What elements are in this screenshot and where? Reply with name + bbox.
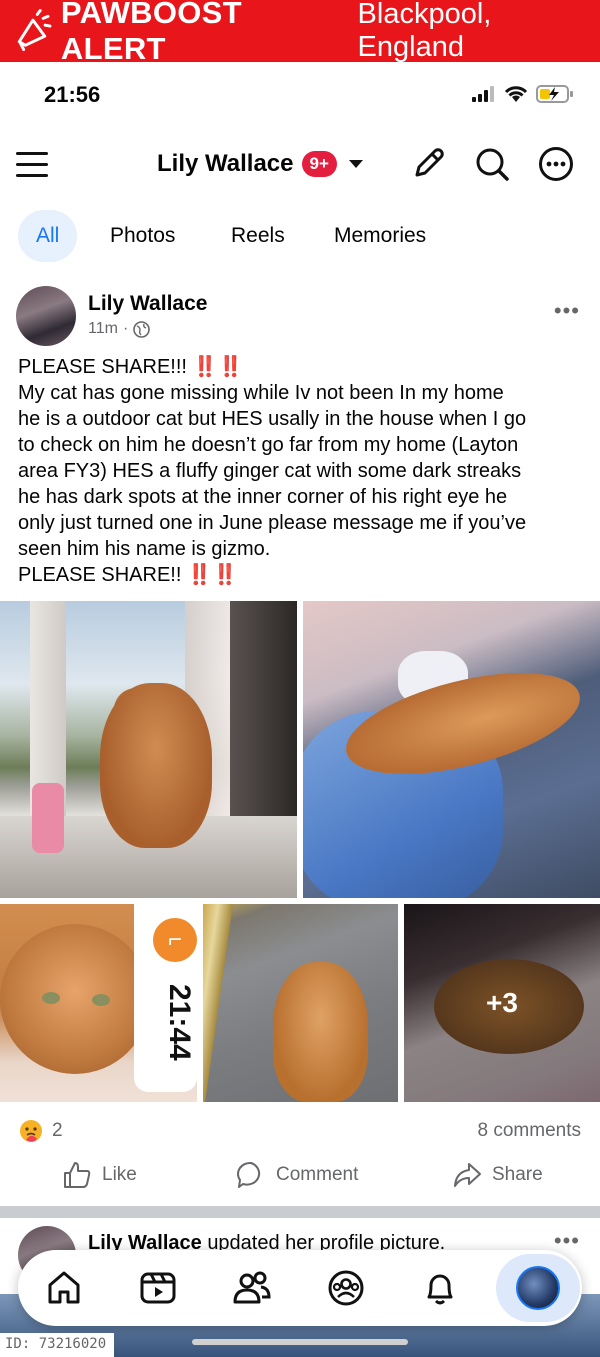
search-icon[interactable] [474,146,510,182]
double-exclamation-emoji: ‼️‼️ [186,564,239,586]
post-photo-cat-carpet[interactable] [203,904,398,1102]
post-line: PLEASE SHARE!!! ‼️‼️ [18,356,245,378]
video-icon[interactable] [138,1268,178,1308]
tab-reels[interactable]: Reels [231,210,285,262]
alert-brand: PAWBOOST ALERT [60,0,242,66]
like-button[interactable]: Like [62,1160,137,1190]
post-more-icon[interactable]: ••• [554,1228,580,1254]
post-line: seen him his name is gizmo. [18,538,271,560]
post-more-icon[interactable]: ••• [554,298,580,324]
care-reaction-icon [20,1120,42,1142]
groups-icon[interactable] [326,1268,366,1308]
tab-memories[interactable]: Memories [334,210,426,262]
post-author[interactable]: Lily Wallace [88,292,207,316]
post-time: 11m [88,320,118,337]
pawboost-alert-banner: PAWBOOST ALERT Blackpool, England [0,0,600,66]
status-bar: 21:56 [0,62,600,128]
battery-charging-icon [536,85,573,103]
home-indicator [192,1339,408,1345]
alert-location: Blackpool, England [357,0,492,63]
profile-title: Lily Wallace [157,150,294,177]
chevron-down-icon [348,160,363,168]
double-exclamation-emoji: ‼️‼️ [192,356,245,378]
thumbs-up-icon [64,1162,91,1188]
post-photo-more[interactable]: +3 [404,904,600,1102]
status-icons [472,84,574,104]
share-button[interactable]: Share [452,1160,543,1190]
comment-icon [237,1161,261,1188]
post-actions: Like Comment Share [0,1160,600,1196]
globe-icon [133,320,151,338]
tab-photos[interactable]: Photos [110,210,175,262]
post-line: PLEASE SHARE!! ‼️‼️ [18,564,239,586]
signal-icon [472,86,494,102]
notification-badge: 9+ [301,151,337,177]
post-line: My cat has gone missing while Iv not bee… [18,382,504,404]
comments-count[interactable]: 8 comments [478,1120,581,1142]
more-photos-count: +3 [486,987,518,1018]
phone-icon: ⌐ [153,918,197,962]
post-photo-cat-face[interactable]: ⌐ 21:44 [0,904,197,1102]
comment-button[interactable]: Comment [236,1160,358,1190]
post-body: PLEASE SHARE!!! ‼️‼️ My cat has gone mis… [18,354,593,588]
share-icon [454,1163,481,1187]
post-line: to check on him he doesn’t go far from m… [18,434,519,456]
bell-icon[interactable] [420,1268,460,1308]
avatar[interactable] [16,286,76,346]
tab-all[interactable]: All [18,210,78,262]
photo-clock-time: 21:44 [163,984,196,1061]
post-photo-cat-window[interactable] [0,601,297,898]
home-icon[interactable] [44,1268,84,1308]
pawboost-id: ID: 73216020 [0,1333,114,1357]
bottom-navigation [18,1250,582,1326]
post-line: he is a outdoor cat but HES usally in th… [18,408,527,430]
post-line: only just turned one in June please mess… [18,512,527,534]
profile-header: Lily Wallace 9+ [0,128,600,204]
post-header: Lily Wallace 11m · ••• [0,284,600,350]
feed-divider [0,1206,600,1218]
pencil-icon[interactable] [410,146,446,182]
profile-avatar-tab[interactable] [496,1254,580,1322]
megaphone-icon [17,9,52,52]
status-time: 21:56 [44,82,101,107]
post-line: he has dark spots at the inner corner of… [18,486,508,508]
profile-avatar [516,1266,560,1310]
post-line: area FY3) HES a fluffy ginger cat with s… [18,460,522,482]
post-meta: 11m · [88,320,151,338]
wifi-icon [504,86,528,102]
profile-switcher[interactable]: Lily Wallace 9+ [157,150,363,178]
reaction-summary[interactable]: 2 [18,1118,63,1144]
separator-dot: · [122,320,129,337]
reaction-count: 2 [52,1120,63,1141]
friends-icon[interactable] [232,1268,272,1308]
more-options-icon[interactable] [538,146,574,182]
profile-tabs: All Photos Reels Memories [0,210,600,262]
menu-icon[interactable] [16,150,48,180]
post-photo-cat-bed[interactable] [303,601,600,898]
